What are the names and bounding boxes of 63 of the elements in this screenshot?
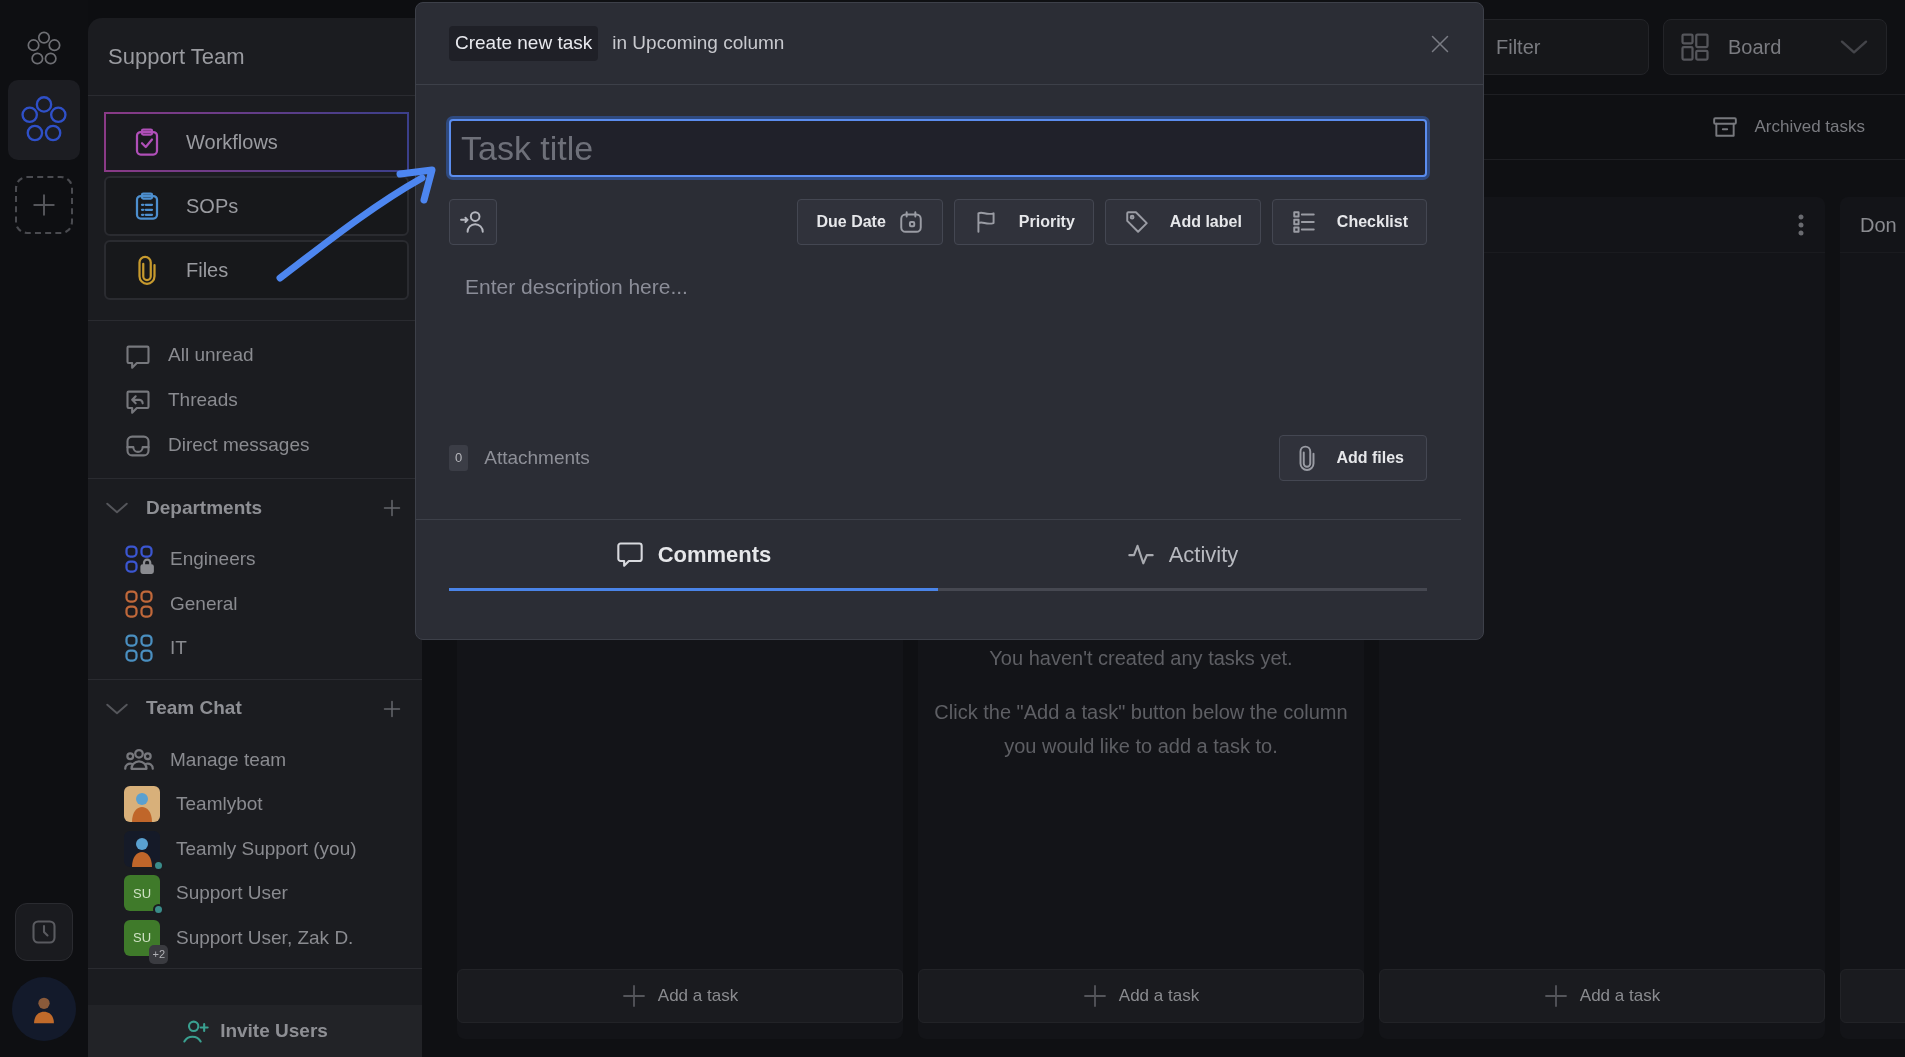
toolbar-button[interactable]: Due Date: [797, 199, 943, 245]
sidebar-item-label[interactable]: Teamlybot: [176, 790, 263, 819]
nav-button[interactable]: SOPs: [104, 176, 409, 236]
workspace-tile[interactable]: [8, 80, 80, 160]
toolbar-button[interactable]: Add label: [1104, 199, 1261, 245]
empty-state-text: you would like to add a task to.: [1003, 734, 1279, 759]
column-title: Don: [1860, 212, 1897, 238]
task-title-field[interactable]: Task title: [449, 119, 1427, 177]
toolbar-button[interactable]: Checklist: [1271, 199, 1427, 245]
sidebar-item-label[interactable]: General: [170, 589, 238, 618]
description-field[interactable]: Enter description here...: [449, 271, 1427, 401]
toolbar-button[interactable]: Priority: [953, 199, 1094, 245]
empty-state-text: You haven't created any tasks yet.: [988, 646, 1294, 671]
calendar-icon: [897, 209, 924, 235]
sidebar-item-label[interactable]: IT: [170, 634, 187, 663]
tab[interactable]: Activity: [938, 520, 1427, 591]
section-title[interactable]: Departments: [146, 493, 263, 523]
more-icon[interactable]: [1797, 212, 1805, 237]
add-files-button[interactable]: Add files: [1279, 435, 1427, 481]
tag-icon: [1123, 209, 1150, 235]
archived-tasks-link[interactable]: Archived tasks: [1712, 114, 1865, 140]
plus-icon[interactable]: [382, 498, 402, 518]
sidebar-link[interactable]: Direct messages: [88, 423, 422, 468]
nav-button[interactable]: Workflows: [104, 112, 409, 172]
add-task-button[interactable]: Add a task: [1379, 969, 1825, 1023]
plus-icon: [31, 192, 57, 218]
nav-button[interactable]: Files: [104, 240, 409, 300]
modal-title: Create new task: [449, 26, 599, 61]
add-workspace-button[interactable]: [15, 176, 73, 234]
clock-icon: [30, 918, 58, 946]
comment-icon: [615, 540, 644, 568]
plus-icon[interactable]: [382, 698, 402, 719]
checklist-icon: [1290, 209, 1317, 235]
history-button[interactable]: [15, 903, 73, 961]
plus-icon: [1543, 984, 1568, 1008]
member-count: +2: [149, 945, 168, 964]
sidebar-item-label[interactable]: Support User: [176, 879, 288, 908]
board-icon: [1680, 32, 1710, 62]
logo-icon: [25, 30, 63, 68]
attachment-count: 0: [449, 445, 469, 471]
assign-button[interactable]: [449, 199, 497, 245]
section-title[interactable]: Team Chat: [146, 694, 242, 723]
sidebar-link[interactable]: All unread: [88, 333, 422, 378]
assign-user-icon: [460, 209, 486, 235]
sidebar-item-label[interactable]: Manage team: [170, 745, 287, 774]
plus-icon: [1082, 984, 1107, 1008]
add-task-button[interactable]: Add a task: [457, 969, 903, 1023]
sidebar-title: Support Team: [108, 43, 245, 71]
attachments-label: Attachments: [484, 445, 590, 470]
sidebar-link[interactable]: Threads: [88, 378, 422, 423]
plus-icon: [621, 984, 646, 1008]
sidebar-item-label[interactable]: Support User, Zak D.: [176, 923, 354, 952]
sidebar-item-label[interactable]: Engineers: [170, 545, 256, 574]
close-icon[interactable]: [1430, 33, 1450, 54]
tab[interactable]: Comments: [449, 520, 938, 591]
initials-avatar: SU: [124, 875, 160, 912]
add-task-button[interactable]: Add a task: [918, 969, 1364, 1023]
sidebar-item-label[interactable]: Teamly Support (you): [176, 834, 357, 863]
archive-box-icon: [1712, 114, 1739, 140]
empty-state-text: Click the "Add a task" button below the column: [933, 700, 1349, 725]
view-dropdown[interactable]: Board: [1663, 19, 1887, 75]
invite-users-button[interactable]: Invite Users: [88, 1005, 422, 1057]
column-context: in Upcoming column: [612, 31, 785, 56]
